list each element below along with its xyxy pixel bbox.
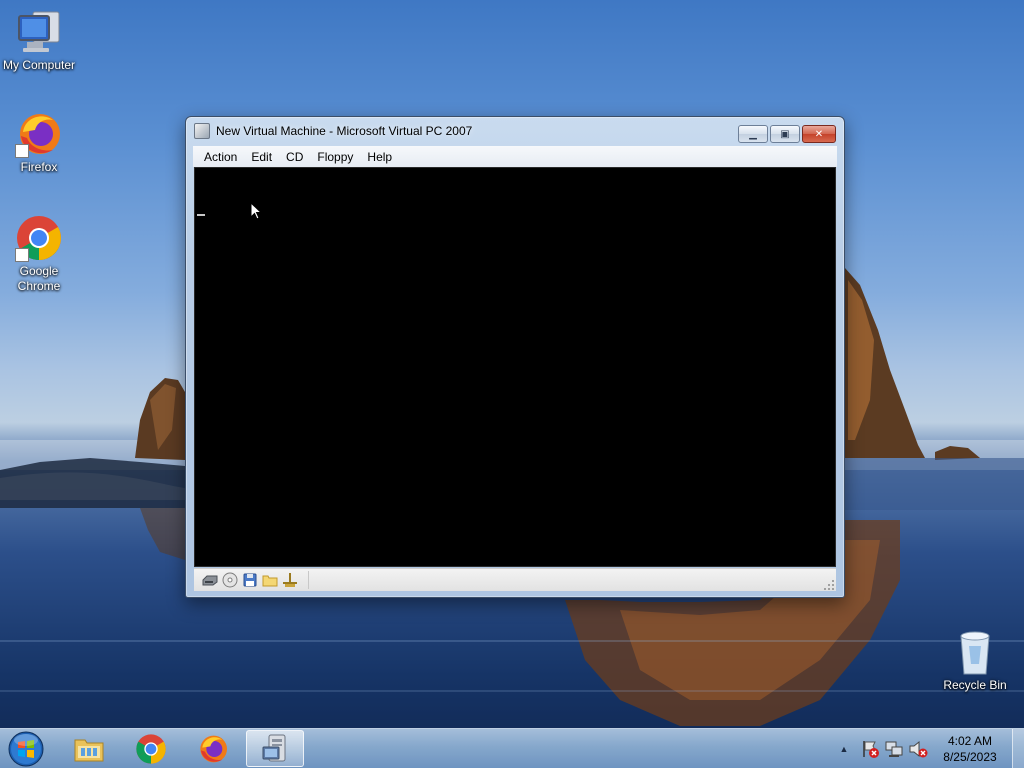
clock[interactable]: 4:02 AM 8/25/2023 — [938, 733, 1002, 765]
start-button[interactable] — [6, 730, 46, 768]
virtual-pc-icon — [194, 123, 210, 139]
shortcut-arrow-icon — [15, 248, 29, 262]
caption-buttons: ▁ ▣ ✕ — [738, 125, 836, 143]
volume-muted-icon[interactable] — [908, 739, 928, 759]
network-icon[interactable] — [282, 572, 298, 588]
shared-folder-icon[interactable] — [262, 572, 278, 588]
menu-bar: Action Edit CD Floppy Help — [193, 146, 837, 167]
menu-help[interactable]: Help — [360, 150, 399, 164]
recycle-bin-icon — [951, 630, 999, 676]
chrome-icon — [15, 214, 63, 262]
desktop-icon-label: Recycle Bin — [943, 678, 1007, 692]
menu-edit[interactable]: Edit — [244, 150, 279, 164]
menu-floppy[interactable]: Floppy — [310, 150, 360, 164]
file-explorer-icon — [74, 739, 104, 761]
desktop-icon-google-chrome[interactable]: Google Chrome — [0, 214, 78, 294]
system-tray: ▲ 4:02 AM 8/25/2023 — [836, 729, 1024, 768]
menu-cd[interactable]: CD — [279, 150, 310, 164]
restore-button[interactable]: ▣ — [770, 125, 800, 143]
shortcut-arrow-icon — [15, 144, 29, 158]
show-desktop-button[interactable] — [1012, 729, 1024, 768]
taskbar-virtual-pc[interactable] — [246, 730, 304, 767]
virtual-pc-window[interactable]: New Virtual Machine - Microsoft Virtual … — [185, 116, 845, 598]
floppy-icon[interactable] — [242, 572, 258, 588]
taskbar-file-explorer[interactable] — [60, 730, 118, 767]
restore-icon: ▣ — [780, 128, 790, 140]
show-hidden-icons-button[interactable]: ▲ — [836, 744, 852, 754]
desktop-icon-recycle-bin[interactable]: Recycle Bin — [936, 630, 1014, 693]
window-title: New Virtual Machine - Microsoft Virtual … — [216, 124, 473, 138]
virtual-pc-icon — [262, 734, 286, 761]
vm-status-bar — [194, 568, 836, 591]
close-button[interactable]: ✕ — [802, 125, 836, 143]
desktop-icon-label: My Computer — [2, 58, 76, 72]
taskbar-chrome[interactable] — [122, 730, 180, 767]
firefox-icon — [200, 735, 227, 762]
minimize-icon: ▁ — [749, 128, 757, 140]
window-titlebar[interactable]: New Virtual Machine - Microsoft Virtual … — [186, 117, 844, 145]
desktop-icon-my-computer[interactable]: My Computer — [0, 8, 78, 73]
hard-disk-icon[interactable] — [202, 572, 218, 588]
chrome-icon — [136, 733, 166, 764]
close-icon: ✕ — [814, 128, 824, 140]
network-status-icon[interactable] — [884, 739, 904, 759]
resize-grip-icon[interactable] — [824, 579, 834, 590]
desktop-icon-label: Google Chrome — [17, 264, 61, 293]
vm-display[interactable] — [194, 167, 836, 567]
my-computer-icon — [15, 8, 63, 56]
text-cursor — [197, 214, 205, 216]
mouse-pointer-icon — [250, 201, 263, 224]
taskbar-firefox[interactable] — [184, 730, 242, 767]
clock-date: 8/25/2023 — [943, 750, 997, 764]
windows-logo-icon — [8, 731, 44, 767]
action-center-icon[interactable] — [860, 739, 880, 759]
menu-action[interactable]: Action — [197, 150, 244, 164]
status-separator — [308, 571, 309, 589]
clock-time: 4:02 AM — [947, 734, 993, 748]
firefox-icon — [15, 110, 63, 158]
desktop-icon-label: Firefox — [20, 160, 58, 174]
desktop-icon-firefox[interactable]: Firefox — [0, 110, 78, 175]
cd-drive-icon[interactable] — [222, 572, 238, 588]
taskbar: ▲ 4:02 AM 8/25/2023 — [0, 728, 1024, 768]
minimize-button[interactable]: ▁ — [738, 125, 768, 143]
